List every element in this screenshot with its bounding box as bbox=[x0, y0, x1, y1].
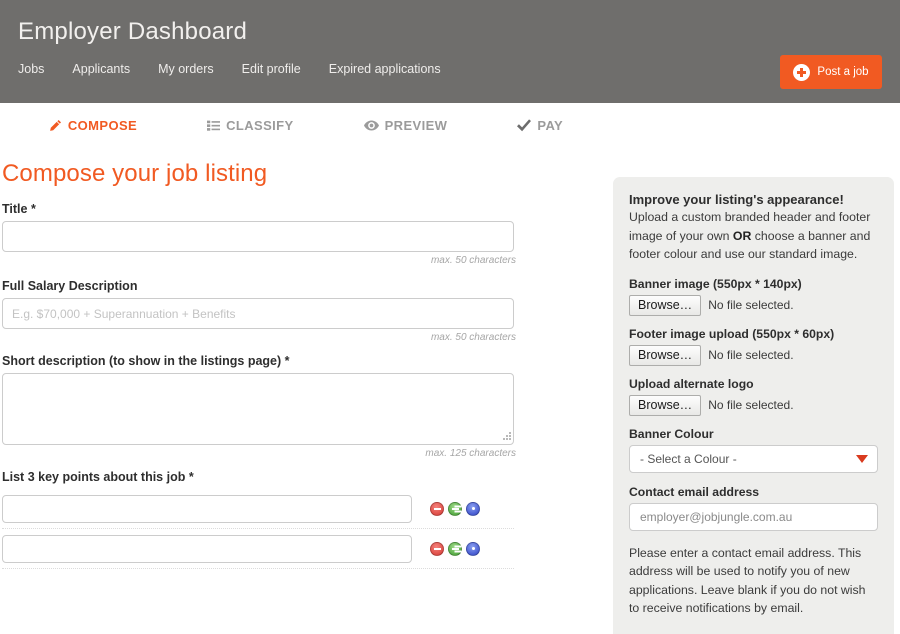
salary-input[interactable] bbox=[2, 298, 514, 329]
remove-key-point-button[interactable] bbox=[430, 541, 444, 556]
key-point-actions bbox=[430, 501, 480, 516]
contact-email-input[interactable] bbox=[629, 502, 878, 531]
list-icon bbox=[207, 119, 221, 132]
salary-field-label: Full Salary Description bbox=[2, 279, 138, 293]
sidebar-heading: Improve your listing's appearance! bbox=[629, 192, 844, 207]
alternate-logo-label: Upload alternate logo bbox=[629, 376, 754, 391]
title-field-label: Title * bbox=[2, 202, 36, 216]
banner-colour-label: Banner Colour bbox=[629, 426, 714, 441]
key-point-input-1[interactable] bbox=[2, 494, 412, 523]
tab-pay[interactable]: PAY bbox=[482, 118, 598, 133]
listing-appearance-panel: Improve your listing's appearance! Uploa… bbox=[613, 177, 894, 634]
tab-compose[interactable]: COMPOSE bbox=[14, 118, 172, 133]
title-input[interactable] bbox=[2, 221, 514, 252]
footer-image-file-status: No file selected. bbox=[708, 348, 794, 362]
tab-compose-label: COMPOSE bbox=[67, 118, 138, 133]
pencil-icon bbox=[49, 119, 62, 132]
tab-classify-label: CLASSIFY bbox=[226, 118, 294, 133]
post-a-job-button[interactable]: Post a job bbox=[780, 55, 882, 89]
short-description-wrapper bbox=[2, 373, 516, 445]
short-description-textarea[interactable] bbox=[2, 373, 514, 445]
key-point-actions bbox=[430, 541, 480, 556]
banner-colour-select-wrapper: - Select a Colour - bbox=[629, 444, 878, 473]
short-description-label: Short description (to show in the listin… bbox=[2, 354, 290, 368]
app-header: Employer Dashboard Jobs Applicants My or… bbox=[0, 0, 900, 103]
page-title: Employer Dashboard bbox=[18, 18, 248, 45]
sidebar-intro-or: OR bbox=[732, 228, 752, 243]
tab-preview-label: PREVIEW bbox=[384, 118, 448, 133]
banner-image-file-row: Browse… No file selected. bbox=[629, 294, 878, 316]
footer-image-file-row: Browse… No file selected. bbox=[629, 344, 878, 366]
add-key-point-button[interactable] bbox=[448, 501, 462, 516]
key-points-label: List 3 key points about this job * bbox=[2, 470, 194, 484]
nav-item-applicants[interactable]: Applicants bbox=[72, 62, 158, 76]
banner-image-label: Banner image (550px * 140px) bbox=[629, 276, 802, 291]
nav-item-jobs[interactable]: Jobs bbox=[18, 62, 72, 76]
footer-image-browse-button[interactable]: Browse… bbox=[629, 344, 702, 366]
banner-image-browse-button[interactable]: Browse… bbox=[629, 294, 702, 316]
post-a-job-label: Post a job bbox=[817, 66, 869, 78]
nav-item-edit-profile[interactable]: Edit profile bbox=[242, 62, 329, 76]
salary-hint: max. 50 characters bbox=[430, 332, 516, 343]
sidebar-intro-text: Upload a custom branded header and foote… bbox=[629, 208, 878, 264]
tab-pay-label: PAY bbox=[537, 118, 564, 133]
key-point-info-button[interactable] bbox=[466, 501, 480, 516]
footer-image-label: Footer image upload (550px * 60px) bbox=[629, 326, 835, 341]
main-navigation: Jobs Applicants My orders Edit profile E… bbox=[18, 62, 469, 76]
alternate-logo-file-row: Browse… No file selected. bbox=[629, 394, 878, 416]
key-point-input-2[interactable] bbox=[2, 534, 412, 563]
alternate-logo-file-status: No file selected. bbox=[708, 398, 794, 412]
contact-email-label: Contact email address bbox=[629, 484, 760, 499]
tab-classify[interactable]: CLASSIFY bbox=[172, 118, 328, 133]
short-description-hint: max. 125 characters bbox=[425, 448, 516, 459]
nav-item-expired-applications[interactable]: Expired applications bbox=[329, 62, 469, 76]
compose-heading: Compose your job listing bbox=[2, 160, 268, 187]
key-point-row bbox=[2, 529, 514, 569]
eye-icon bbox=[363, 119, 379, 132]
banner-image-file-status: No file selected. bbox=[708, 298, 794, 312]
key-point-info-button[interactable] bbox=[466, 541, 480, 556]
alternate-logo-browse-button[interactable]: Browse… bbox=[629, 394, 702, 416]
key-point-row bbox=[2, 489, 514, 529]
remove-key-point-button[interactable] bbox=[430, 501, 444, 516]
title-hint: max. 50 characters bbox=[430, 255, 516, 266]
banner-colour-select[interactable]: - Select a Colour - bbox=[629, 444, 878, 473]
contact-email-note: Please enter a contact email address. Th… bbox=[629, 545, 866, 616]
tab-preview[interactable]: PREVIEW bbox=[329, 118, 483, 133]
plus-circle-icon bbox=[793, 63, 811, 81]
add-key-point-button[interactable] bbox=[448, 541, 462, 556]
check-icon bbox=[517, 119, 532, 132]
nav-item-my-orders[interactable]: My orders bbox=[158, 62, 242, 76]
wizard-tabs: COMPOSE CLASSIFY PREVIEW PAY bbox=[0, 118, 612, 133]
compose-form: Compose your job listing Title * max. 50… bbox=[0, 160, 530, 569]
